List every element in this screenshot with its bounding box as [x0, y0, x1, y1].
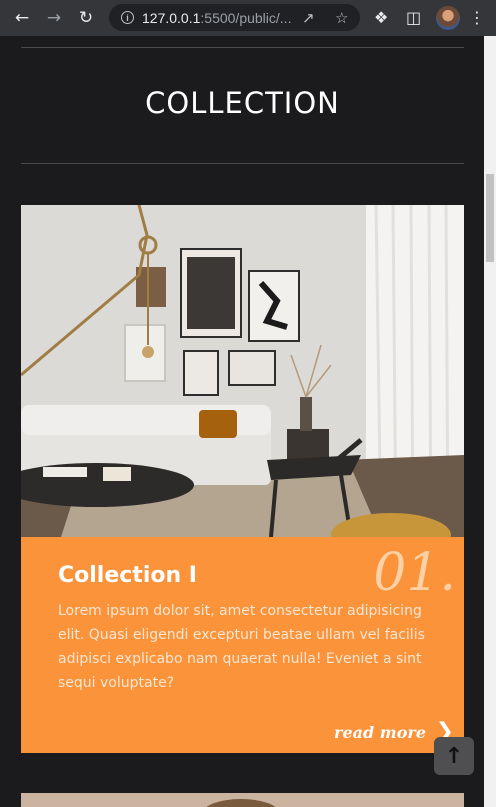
share-icon[interactable]: ↗ — [302, 9, 315, 27]
read-more-link[interactable]: read more — [334, 723, 426, 742]
menu-kebab-icon[interactable]: ⋮ — [469, 8, 485, 27]
page-scrollbar[interactable] — [484, 36, 496, 807]
top-divider — [21, 47, 464, 48]
card-title: Collection I — [58, 563, 197, 588]
url-host: 127.0.0.1 — [142, 9, 201, 26]
section-title: COLLECTION — [145, 86, 340, 120]
arrow-up-icon: ↑ — [444, 743, 464, 769]
profile-avatar[interactable] — [436, 6, 460, 30]
card-number: 01. — [373, 543, 456, 603]
site-info-icon[interactable]: i — [121, 11, 134, 24]
bookmark-star-icon[interactable]: ☆ — [335, 9, 348, 27]
back-to-top-button[interactable]: ↑ — [434, 737, 474, 775]
extensions-puzzle-icon[interactable]: ❖ — [374, 8, 388, 27]
browser-toolbar: ← → ↻ i 127.0.0.1:5500/public/... ↗ ☆ ❖ … — [0, 0, 496, 36]
card-description: Lorem ipsum dolor sit, amet consectetur … — [58, 603, 425, 691]
title-divider — [21, 163, 464, 164]
reload-icon[interactable]: ↻ — [73, 5, 99, 31]
page-viewport: COLLECTION 01. Collection I Lorem ipsum … — [0, 36, 484, 807]
collection-card: 01. Collection I Lorem ipsum dolor sit, … — [21, 537, 464, 753]
collection-photo — [21, 205, 464, 537]
scrollbar-thumb[interactable] — [486, 174, 494, 262]
address-bar[interactable]: i 127.0.0.1:5500/public/... ↗ ☆ — [109, 4, 360, 31]
side-panel-icon[interactable]: ◫ — [406, 8, 421, 27]
next-collection-photo — [21, 793, 464, 807]
url-path: :5500/public/... — [200, 9, 292, 26]
forward-arrow-icon[interactable]: → — [41, 5, 67, 31]
back-arrow-icon[interactable]: ← — [9, 5, 35, 31]
